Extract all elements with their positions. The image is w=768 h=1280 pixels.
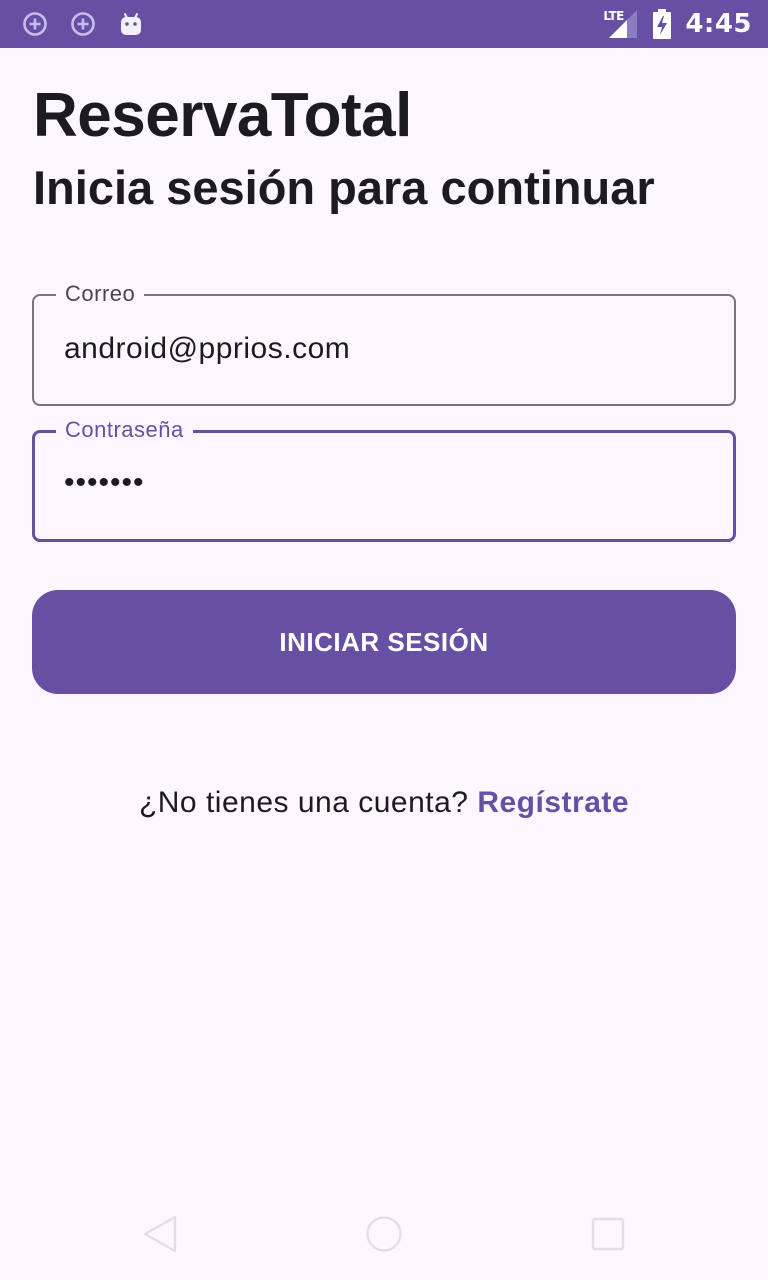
page-subtitle: Inicia sesión para continuar — [33, 161, 655, 214]
status-bar: LTE 4:45 — [0, 0, 768, 48]
add-circle-icon — [23, 12, 47, 36]
home-icon[interactable] — [365, 1215, 403, 1253]
login-button[interactable]: INICIAR SESIÓN — [32, 590, 736, 694]
add-circle-icon — [71, 12, 95, 36]
clock: 4:45 — [685, 9, 752, 39]
login-button-label: INICIAR SESIÓN — [279, 626, 489, 657]
register-prompt: ¿No tienes una cuenta? Regístrate — [0, 786, 768, 820]
email-field[interactable]: Correo android@pprios.com — [32, 280, 736, 406]
password-field-label: Contraseña — [56, 416, 193, 444]
login-screen: LTE 4:45 ReservaTotal Inicia sesión para… — [0, 0, 768, 1280]
email-field-value[interactable]: android@pprios.com — [64, 332, 350, 366]
register-link[interactable]: Regístrate — [477, 786, 629, 819]
navigation-bar — [0, 1190, 768, 1280]
email-field-label: Correo — [56, 280, 145, 308]
notification-icons — [22, 9, 144, 39]
signal-strength-icon — [609, 10, 638, 38]
app-title: ReservaTotal — [33, 81, 412, 150]
back-icon[interactable] — [142, 1214, 178, 1254]
battery-charging-icon — [653, 9, 672, 39]
register-prompt-text: ¿No tienes una cuenta? — [138, 786, 469, 819]
password-field-value[interactable]: ••••••• — [64, 466, 145, 500]
password-field[interactable]: Contraseña ••••••• — [32, 416, 736, 542]
android-icon — [121, 13, 141, 35]
signal-icon: LTE — [603, 9, 639, 39]
recents-icon[interactable] — [591, 1217, 625, 1251]
system-status: LTE 4:45 — [603, 6, 752, 42]
